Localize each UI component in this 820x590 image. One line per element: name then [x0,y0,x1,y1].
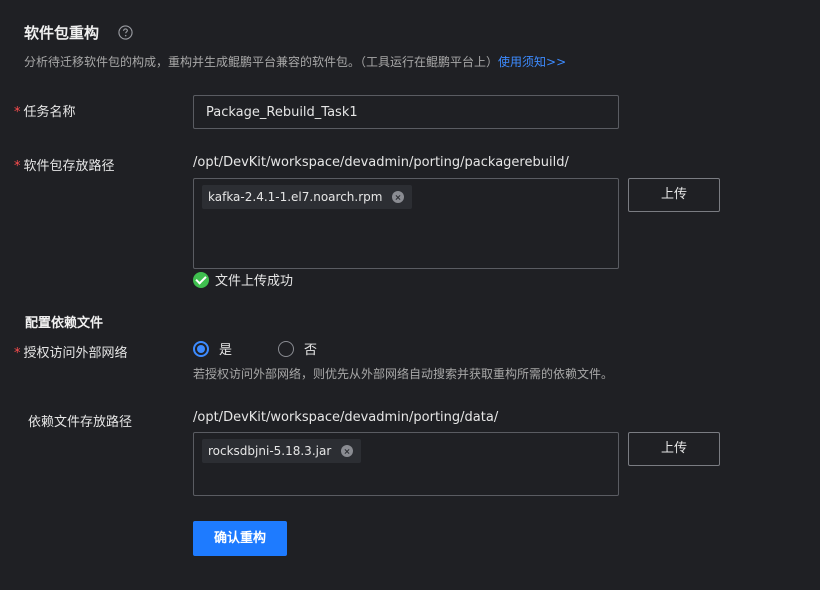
radio-no[interactable]: 否 [278,339,317,358]
package-path-label: * 软件包存放路径 [14,155,115,174]
description-text: 分析待迁移软件包的构成，重构并生成鲲鹏平台兼容的软件包。（工具运行在鲲鹏平台上） [24,55,499,69]
dependency-section-title: 配置依赖文件 [25,316,104,331]
task-name-label-text: 任务名称 [23,105,76,120]
confirm-rebuild-button[interactable]: 确认重构 [193,521,287,556]
usage-notes-link[interactable]: 使用须知>> [498,55,566,69]
network-auth-label-text: 授权访问外部网络 [23,346,128,361]
remove-file-icon[interactable] [341,445,354,457]
file-name: kafka-2.4.1-1.el7.noarch.rpm [208,190,383,204]
file-chip: kafka-2.4.1-1.el7.noarch.rpm [202,185,413,209]
file-name: rocksdbjni-5.18.3.jar [208,444,332,458]
upload-dependency-button[interactable]: 上传 [628,432,720,466]
remove-file-icon[interactable] [392,191,405,203]
required-mark: * [14,159,21,174]
task-name-input[interactable] [193,95,619,129]
radio-yes-label: 是 [219,343,233,358]
radio-no-label: 否 [304,343,318,358]
upload-package-button[interactable]: 上传 [628,178,720,212]
page-title: 软件包重构 [24,24,100,42]
required-mark: * [14,105,21,120]
dependency-file-area[interactable]: rocksdbjni-5.18.3.jar [193,432,619,496]
network-hint: 若授权访问外部网络，则优先从外部网络自动搜索并获取重构所需的依赖文件。 [193,367,614,381]
radio-yes[interactable]: 是 [193,339,278,358]
check-circle-icon [193,271,209,288]
file-chip: rocksdbjni-5.18.3.jar [202,439,362,463]
dependency-path-label: 依赖文件存放路径 [28,415,133,430]
upload-status: 文件上传成功 [193,270,293,289]
dependency-path-value: /opt/DevKit/workspace/devadmin/porting/d… [193,410,499,425]
radio-checked-icon [193,340,209,357]
package-file-area[interactable]: kafka-2.4.1-1.el7.noarch.rpm [193,178,619,269]
question-circle-icon[interactable] [118,25,133,40]
upload-status-text: 文件上传成功 [215,274,294,289]
package-path-label-text: 软件包存放路径 [23,159,115,174]
task-name-label: * 任务名称 [14,101,76,120]
radio-unchecked-icon [278,340,294,357]
network-radio-group: 是 否 [193,339,317,358]
package-path-value: /opt/DevKit/workspace/devadmin/porting/p… [193,155,569,170]
page-description: 分析待迁移软件包的构成，重构并生成鲲鹏平台兼容的软件包。（工具运行在鲲鹏平台上）… [24,53,566,70]
network-auth-label: * 授权访问外部网络 [14,342,128,361]
required-mark: * [14,346,21,361]
